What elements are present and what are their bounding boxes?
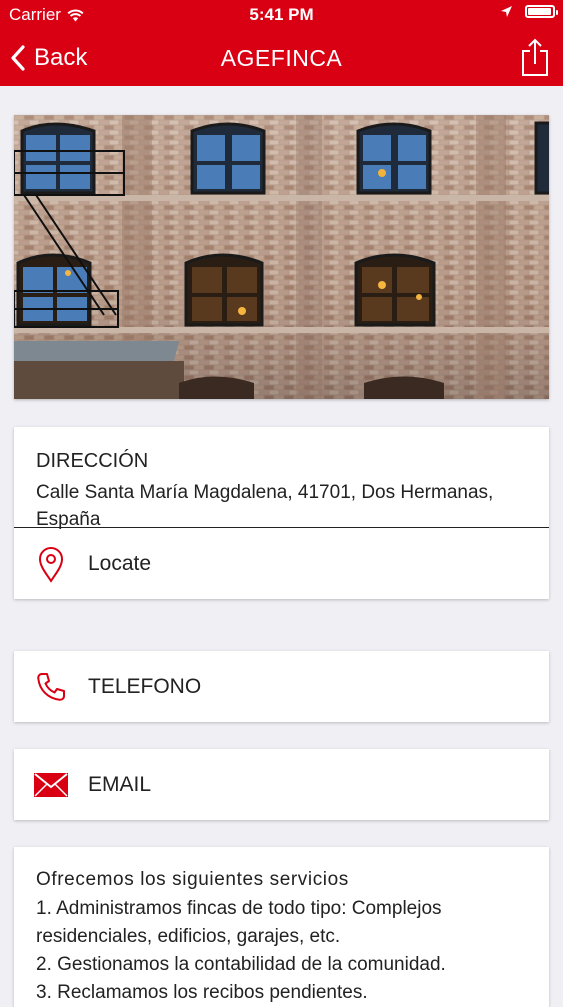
services-section: Ofrecemos los siguientes servicios 1. Ad…: [14, 847, 549, 1007]
battery-icon: [525, 5, 558, 18]
back-button[interactable]: Back: [10, 30, 87, 86]
email-card[interactable]: EMAIL: [14, 749, 549, 820]
email-label: EMAIL: [88, 772, 152, 796]
address-label: DIRECCIÓN: [36, 450, 149, 472]
navigation-bar: Back AGEFINCA: [0, 30, 563, 86]
status-right: [500, 5, 558, 18]
map-pin-icon: [38, 546, 64, 583]
back-label: Back: [34, 44, 88, 71]
email-button[interactable]: EMAIL: [14, 749, 549, 820]
status-bar: Carrier 5:41 PM: [0, 0, 563, 30]
locate-button[interactable]: Locate: [14, 528, 549, 599]
services-card: Ofrecemos los siguientes servicios 1. Ad…: [14, 847, 549, 1007]
address-text: Calle Santa María Magdalena, 41701, Dos …: [36, 482, 494, 530]
address-section: DIRECCIÓN Calle Santa María Magdalena, 4…: [14, 427, 549, 530]
service-item: 2. Gestionamos la contabilidad de la com…: [36, 954, 446, 975]
envelope-icon: [34, 772, 68, 797]
chevron-left-icon: [11, 45, 25, 71]
location-arrow-icon: [501, 6, 512, 17]
service-item: 3. Reclamamos los recibos pendientes.: [36, 982, 368, 1003]
service-item: 1. Administramos fincas de todo tipo: Co…: [36, 898, 442, 947]
building-photo: [14, 115, 549, 399]
phone-icon: [37, 672, 65, 701]
content: DIRECCIÓN Calle Santa María Magdalena, 4…: [14, 115, 549, 1007]
phone-label: TELEFONO: [88, 674, 202, 698]
status-time: 5:41 PM: [249, 5, 314, 24]
locate-label: Locate: [88, 551, 152, 575]
address-card: DIRECCIÓN Calle Santa María Magdalena, 4…: [14, 427, 549, 599]
share-icon[interactable]: [519, 38, 551, 78]
battery-fill: [528, 8, 551, 15]
phone-card[interactable]: TELEFONO: [14, 651, 549, 722]
services-heading: Ofrecemos los siguientes servicios: [36, 869, 349, 890]
phone-button[interactable]: TELEFONO: [14, 651, 549, 722]
